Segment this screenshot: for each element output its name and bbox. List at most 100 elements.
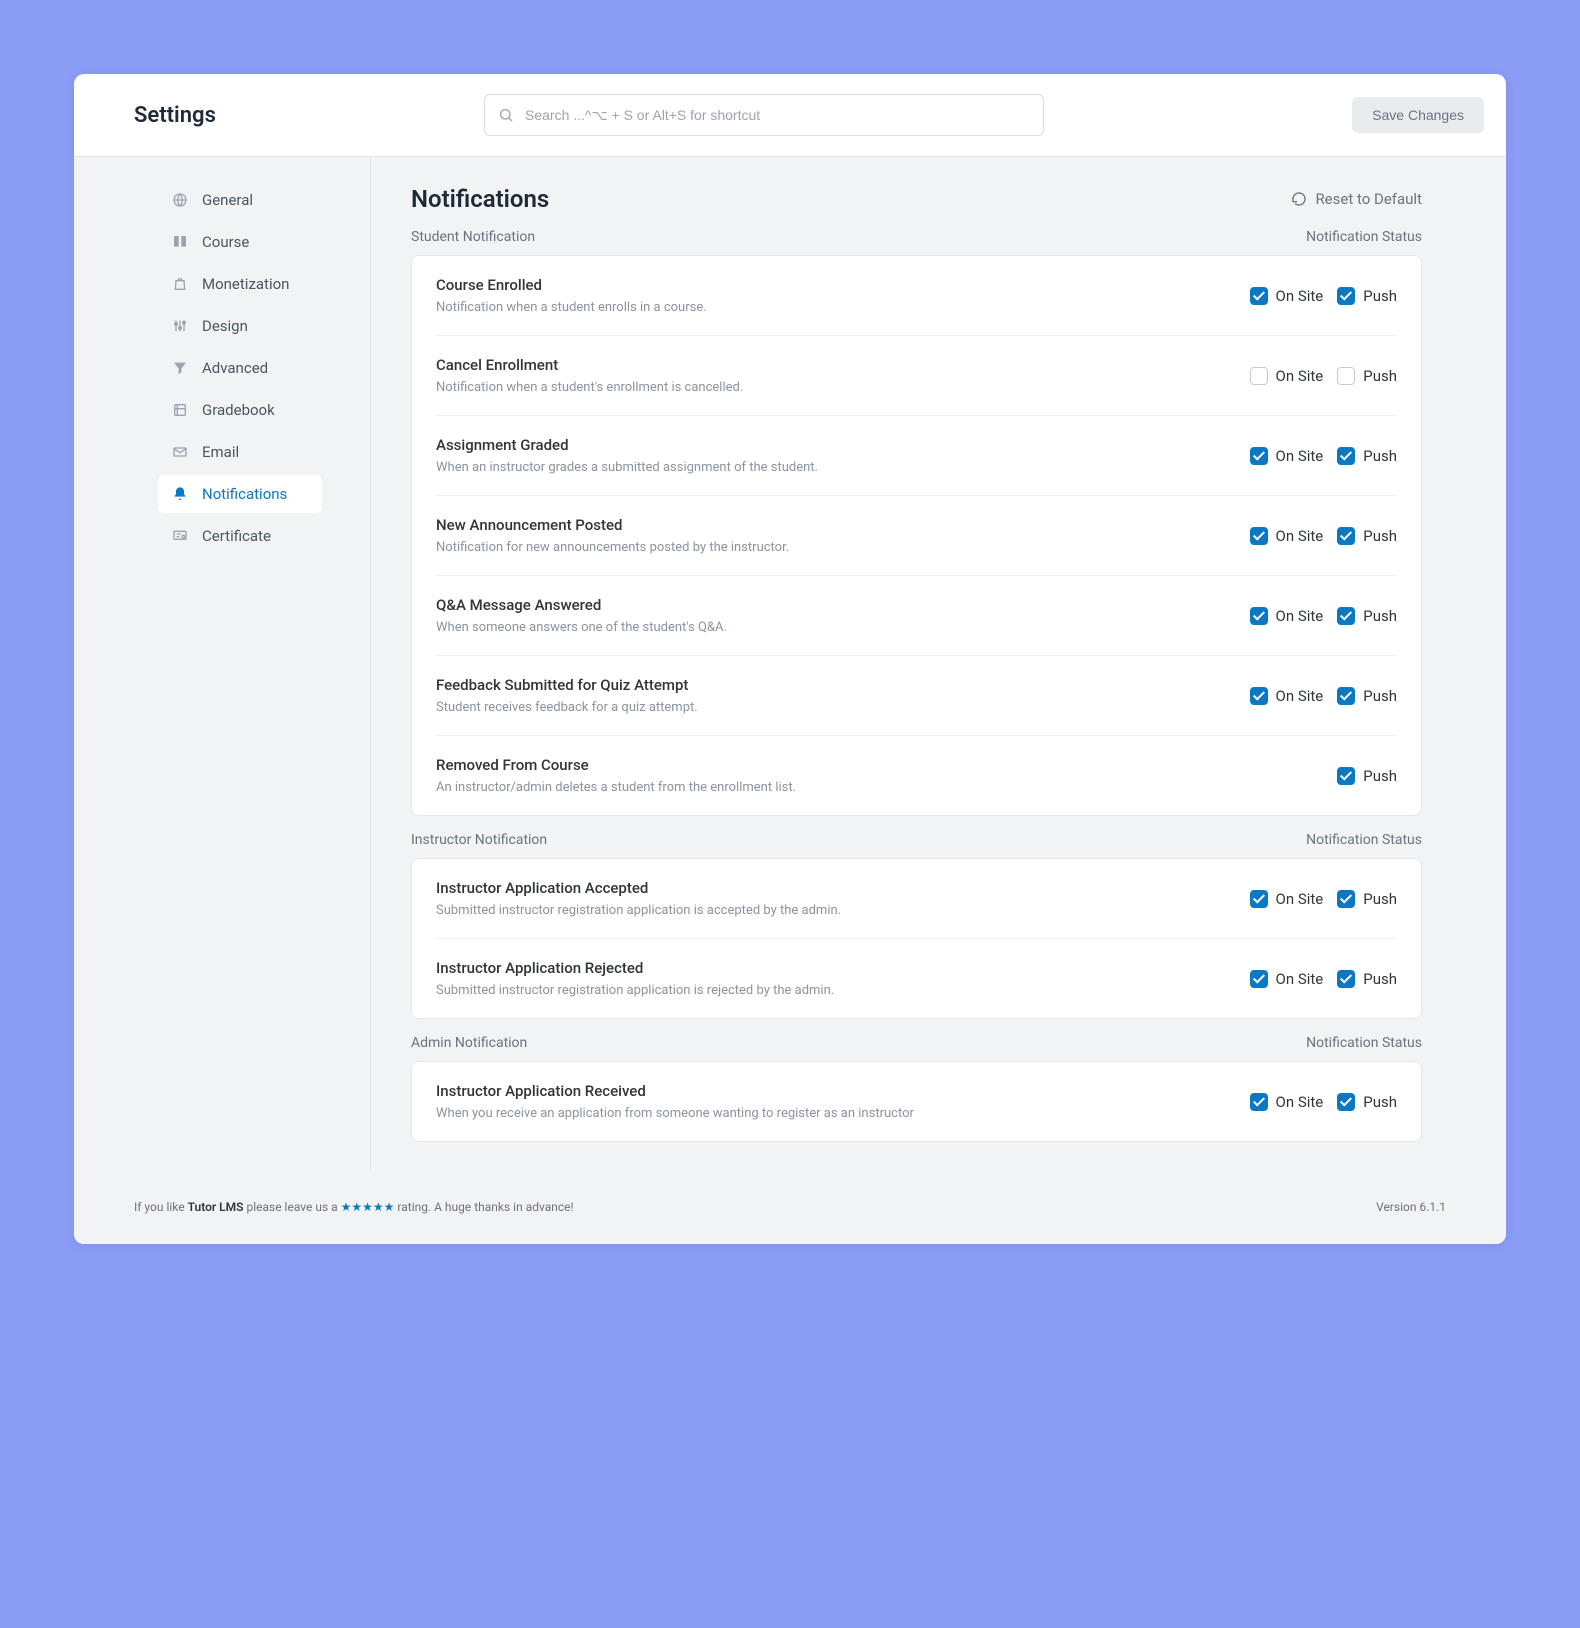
sidebar-item-label: Certificate (202, 527, 271, 545)
push-label: Push (1363, 687, 1397, 705)
push-checkbox[interactable] (1337, 527, 1355, 545)
row-desc: Submitted instructor registration applic… (436, 903, 1230, 918)
notification-row: Cancel EnrollmentNotification when a stu… (436, 336, 1397, 416)
page-title-header: Settings (134, 103, 464, 128)
onsite-group: On Site (1250, 607, 1324, 625)
onsite-checkbox[interactable] (1250, 607, 1268, 625)
onsite-group: On Site (1250, 890, 1324, 908)
section-title: Instructor Notification (411, 832, 547, 848)
push-group: Push (1337, 687, 1397, 705)
push-checkbox[interactable] (1337, 890, 1355, 908)
push-label: Push (1363, 447, 1397, 465)
push-checkbox[interactable] (1337, 287, 1355, 305)
footer-version: Version 6.1.1 (1376, 1200, 1446, 1214)
footer: If you like Tutor LMS please leave us a … (74, 1170, 1506, 1244)
onsite-checkbox[interactable] (1250, 527, 1268, 545)
push-checkbox[interactable] (1337, 447, 1355, 465)
sidebar-item-label: Notifications (202, 485, 287, 503)
refresh-icon (1291, 191, 1307, 207)
sidebar-item-gradebook[interactable]: Gradebook (158, 391, 322, 429)
row-text: New Announcement PostedNotification for … (436, 516, 1230, 555)
push-label: Push (1363, 287, 1397, 305)
notification-card: Instructor Application ReceivedWhen you … (411, 1061, 1422, 1142)
row-title: Course Enrolled (436, 276, 1230, 294)
push-checkbox[interactable] (1337, 970, 1355, 988)
notification-row: Instructor Application AcceptedSubmitted… (436, 859, 1397, 939)
sidebar-item-certificate[interactable]: Certificate (158, 517, 322, 555)
push-label: Push (1363, 890, 1397, 908)
row-desc: When an instructor grades a submitted as… (436, 460, 1230, 475)
footer-suffix: rating. A huge thanks in advance! (394, 1200, 573, 1214)
sliders-icon (172, 318, 188, 334)
onsite-group: On Site (1250, 687, 1324, 705)
push-checkbox[interactable] (1337, 607, 1355, 625)
push-group: Push (1337, 447, 1397, 465)
row-text: Q&A Message Answered When someone answers… (436, 596, 1230, 635)
sidebar-item-label: Email (202, 443, 239, 461)
star-icon: ★★★★★ (341, 1200, 395, 1214)
row-title: Instructor Application Received (436, 1082, 1230, 1100)
onsite-label: On Site (1276, 890, 1324, 908)
onsite-checkbox[interactable] (1250, 970, 1268, 988)
footer-product: Tutor LMS (188, 1200, 244, 1214)
sidebar-item-label: General (202, 191, 253, 209)
row-title: Instructor Application Rejected (436, 959, 1230, 977)
row-title: Removed From Course (436, 756, 1317, 774)
save-button[interactable]: Save Changes (1352, 97, 1484, 133)
push-group: Push (1337, 287, 1397, 305)
push-group: Push (1337, 367, 1397, 385)
row-desc: Notification when a student's enrollment… (436, 380, 1230, 395)
onsite-checkbox[interactable] (1250, 1093, 1268, 1111)
push-checkbox[interactable] (1337, 687, 1355, 705)
sidebar-item-design[interactable]: Design (158, 307, 322, 345)
sidebar-item-advanced[interactable]: Advanced (158, 349, 322, 387)
row-desc: Notification when a student enrolls in a… (436, 300, 1230, 315)
search-input[interactable] (484, 94, 1044, 136)
row-title: Q&A Message Answered (436, 596, 1230, 614)
row-title: New Announcement Posted (436, 516, 1230, 534)
push-label: Push (1363, 527, 1397, 545)
notification-row: Q&A Message Answered When someone answers… (436, 576, 1397, 656)
row-controls: On SitePush (1250, 527, 1398, 545)
push-group: Push (1337, 767, 1397, 785)
page-title: Notifications (411, 185, 549, 213)
push-label: Push (1363, 767, 1397, 785)
sidebar-item-notifications[interactable]: Notifications (158, 475, 322, 513)
onsite-checkbox[interactable] (1250, 890, 1268, 908)
section-header: Student NotificationNotification Status (411, 229, 1422, 245)
footer-review[interactable]: If you like Tutor LMS please leave us a … (134, 1200, 574, 1214)
push-checkbox[interactable] (1337, 767, 1355, 785)
push-checkbox[interactable] (1337, 367, 1355, 385)
reset-to-default-button[interactable]: Reset to Default (1291, 190, 1422, 208)
sidebar-item-email[interactable]: Email (158, 433, 322, 471)
status-header: Notification Status (1306, 832, 1422, 848)
row-controls: On Site Push (1250, 1093, 1398, 1111)
sidebar-item-general[interactable]: General (158, 181, 322, 219)
topbar: Settings Save Changes (74, 74, 1506, 156)
onsite-checkbox[interactable] (1250, 287, 1268, 305)
sidebar: General Course Monetization Design Advanced G… (74, 157, 371, 1170)
push-group: Push (1337, 1093, 1397, 1111)
onsite-checkbox[interactable] (1250, 447, 1268, 465)
push-group: Push (1337, 890, 1397, 908)
notification-card: Instructor Application AcceptedSubmitted… (411, 858, 1422, 1019)
globe-icon (172, 192, 188, 208)
row-text: Assignment GradedWhen an instructor grad… (436, 436, 1230, 475)
onsite-label: On Site (1276, 1093, 1324, 1111)
push-checkbox[interactable] (1337, 1093, 1355, 1111)
row-desc: An instructor/admin deletes a student fr… (436, 780, 1317, 795)
bag-icon (172, 276, 188, 292)
sidebar-item-course[interactable]: Course (158, 223, 322, 261)
sidebar-item-monetization[interactable]: Monetization (158, 265, 322, 303)
onsite-checkbox[interactable] (1250, 687, 1268, 705)
row-text: Instructor Application ReceivedWhen you … (436, 1082, 1230, 1121)
notification-row: Feedback Submitted for Quiz AttemptStude… (436, 656, 1397, 736)
row-desc: When someone answers one of the student'… (436, 620, 1230, 635)
sidebar-item-label: Gradebook (202, 401, 275, 419)
sidebar-item-label: Course (202, 233, 249, 251)
onsite-checkbox[interactable] (1250, 367, 1268, 385)
onsite-group: On Site (1250, 287, 1324, 305)
onsite-label: On Site (1276, 287, 1324, 305)
row-controls: On SitePush (1250, 367, 1398, 385)
onsite-label: On Site (1276, 447, 1324, 465)
